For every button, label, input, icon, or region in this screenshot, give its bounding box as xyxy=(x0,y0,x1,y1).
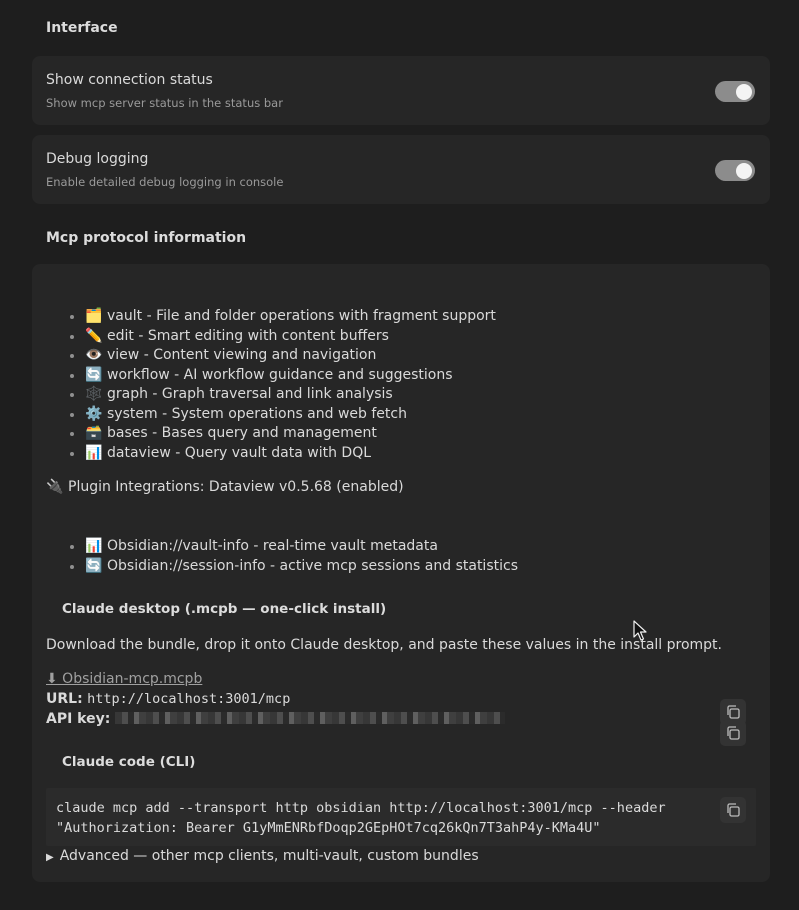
claude-desktop-description: Download the bundle, drop it onto Claude… xyxy=(46,637,722,653)
cli-command-text: claude mcp add --transport http obsidian… xyxy=(56,800,666,836)
toggle-knob xyxy=(736,162,752,179)
mouse-cursor-icon xyxy=(633,620,647,641)
advanced-details-toggle[interactable]: ▶ Advanced — other mcp clients, multi-vau… xyxy=(46,848,479,864)
connection-status-toggle[interactable] xyxy=(715,81,755,102)
debug-logging-toggle[interactable] xyxy=(715,160,755,181)
copy-icon xyxy=(727,705,740,719)
interface-heading: Interface xyxy=(46,20,118,36)
bar-chart-icon: 📊 xyxy=(85,444,103,461)
api-key-row: API key: xyxy=(46,711,505,727)
api-key-label: API key: xyxy=(46,711,111,727)
disclosure-triangle-icon: ▶ xyxy=(46,852,54,863)
api-key-masked-value xyxy=(114,712,505,724)
claude-desktop-heading: Claude desktop (.mcpb — one-click instal… xyxy=(62,601,387,617)
gear-icon: ⚙️ xyxy=(85,405,103,422)
file-box-icon: 🗃️ xyxy=(85,425,103,441)
url-row: URL: http://localhost:3001/mcp xyxy=(46,691,290,707)
bar-chart-icon: 📊 xyxy=(85,538,103,554)
cycle-icon: 🔄 xyxy=(85,557,103,574)
list-item: 📊 Obsidian://vault-info - real-time vault… xyxy=(46,537,518,557)
list-item: 🗃️ bases - Bases query and management xyxy=(46,424,496,444)
setting-description: Show mcp server status in the status bar xyxy=(46,96,283,110)
list-item: 📊 dataview - Query vault data with DQL xyxy=(46,444,496,464)
list-item: ⚙️ system - System operations and web fet… xyxy=(46,405,496,425)
url-label: URL: xyxy=(46,691,83,707)
eye-icon: 👁️ xyxy=(85,347,103,363)
url-value: http://localhost:3001/mcp xyxy=(87,691,291,707)
plugin-integrations: 🔌 Plugin Integrations: Dataview v0.5.68 (… xyxy=(46,479,404,495)
list-item: 👁️ view - Content viewing and navigation xyxy=(46,346,496,366)
copy-cli-command-button[interactable] xyxy=(720,797,746,823)
pencil-icon: ✏️ xyxy=(85,327,103,344)
setting-name: Debug logging xyxy=(46,151,149,167)
copy-api-key-button[interactable] xyxy=(720,720,746,746)
copy-icon xyxy=(727,726,740,740)
resources-list: 📊 Obsidian://vault-info - real-time vault… xyxy=(46,537,518,576)
claude-code-heading: Claude code (CLI) xyxy=(62,754,196,770)
cli-command-block: claude mcp add --transport http obsidian… xyxy=(46,788,756,846)
folder-icon: 🗂️ xyxy=(85,308,103,324)
plug-icon: 🔌 xyxy=(46,479,64,495)
list-item: ✏️ edit - Smart editing with content buff… xyxy=(46,327,496,347)
graph-icon: 🕸️ xyxy=(85,386,103,402)
setting-debug-logging: Debug logging Enable detailed debug logg… xyxy=(32,135,770,204)
protocol-heading: Mcp protocol information xyxy=(46,230,247,246)
list-item: 🕸️ graph - Graph traversal and link analy… xyxy=(46,385,496,405)
download-bundle-link[interactable]: ⬇ Obsidian-mcp.mcpb xyxy=(46,671,202,687)
setting-name: Show connection status xyxy=(46,72,213,88)
setting-description: Enable detailed debug logging in console xyxy=(46,175,284,189)
toggle-knob xyxy=(736,83,752,100)
copy-icon xyxy=(727,803,740,817)
cycle-icon: 🔄 xyxy=(85,366,103,383)
list-item: 🗂️ vault - File and folder operations wit… xyxy=(46,307,496,327)
tools-list: 🗂️ vault - File and folder operations wit… xyxy=(46,307,496,463)
setting-show-connection-status: Show connection status Show mcp server s… xyxy=(32,56,770,125)
list-item: 🔄 Obsidian://session-info - active mcp se… xyxy=(46,557,518,577)
list-item: 🔄 workflow - AI workflow guidance and sug… xyxy=(46,366,496,386)
